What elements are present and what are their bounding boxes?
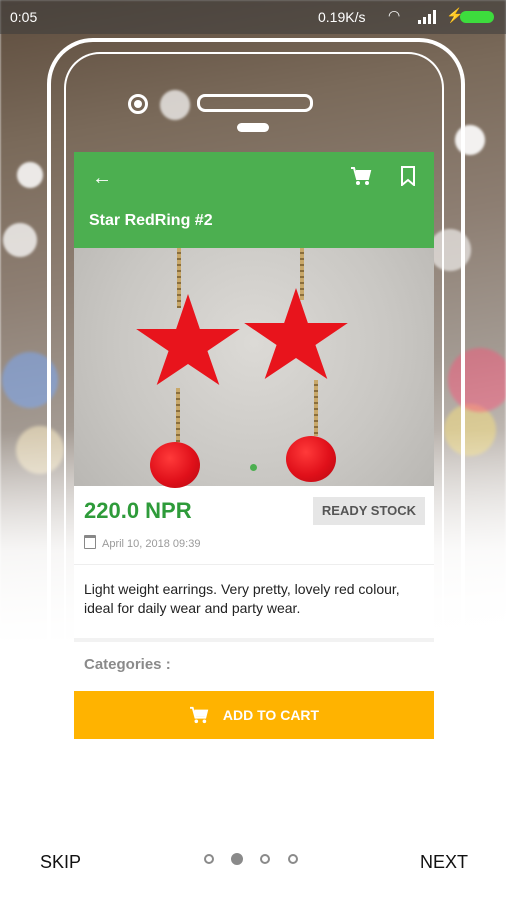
back-arrow-icon: ← <box>92 167 112 189</box>
next-button[interactable]: NEXT <box>420 852 468 873</box>
product-price: 220.0 NPR <box>84 498 192 523</box>
add-to-cart-label: ADD TO CART <box>222 707 320 723</box>
earring-chain <box>300 248 304 300</box>
product-screen: ← Star RedRing #2 220.0 NPR READY STOCK … <box>74 152 434 690</box>
earring-chain <box>176 388 180 444</box>
star-earring <box>244 288 348 379</box>
post-date-text: April 10, 2018 09:39 <box>102 538 201 550</box>
post-date: April 10, 2018 09:39 <box>84 535 200 550</box>
earring-chain <box>177 248 181 308</box>
pompom-ball <box>286 436 336 482</box>
phone-sensor-icon <box>237 123 269 132</box>
page-dot-active[interactable] <box>231 853 243 865</box>
phone-camera-icon <box>128 94 148 114</box>
product-title: Star RedRing #2 <box>89 212 213 229</box>
divider <box>74 564 434 565</box>
phone-speaker-icon <box>197 94 313 112</box>
skip-button[interactable]: SKIP <box>40 852 81 873</box>
battery-icon <box>460 11 494 23</box>
page-dot[interactable] <box>288 854 298 864</box>
bookmark-icon <box>401 166 415 186</box>
page-dot[interactable] <box>204 854 214 864</box>
product-description: Light weight earrings. Very pretty, love… <box>84 581 400 616</box>
categories-label: Categories : <box>84 656 171 673</box>
pompom-ball <box>150 442 200 488</box>
network-speed: 0.19K/s <box>318 9 366 25</box>
app-bar: ← Star RedRing #2 <box>74 152 434 248</box>
divider <box>74 638 434 642</box>
cart-icon <box>351 167 372 185</box>
add-to-cart-button[interactable]: ADD TO CART <box>74 691 434 739</box>
status-bar: 0:05 0.19K/s ◠ ⚡ <box>0 0 506 34</box>
star-earring <box>136 294 240 385</box>
status-time: 0:05 <box>10 9 38 25</box>
cart-icon <box>189 706 209 724</box>
page-dot[interactable] <box>260 854 270 864</box>
image-page-indicator <box>250 464 257 471</box>
product-photo <box>74 248 434 488</box>
wifi-icon: ◠ <box>388 7 401 23</box>
stock-badge: READY STOCK <box>313 497 425 525</box>
earring-chain <box>314 380 318 436</box>
signal-icon <box>418 10 436 24</box>
onboarding-page-indicator <box>204 853 304 868</box>
calendar-icon <box>84 535 96 549</box>
